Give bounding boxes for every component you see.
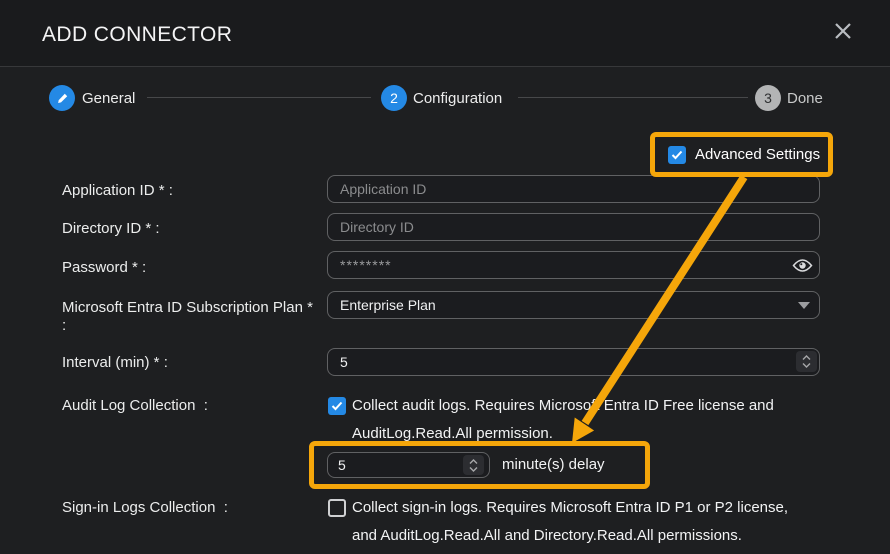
step-done-number: 3 — [764, 90, 772, 106]
subscription-plan-select[interactable]: Enterprise Plan — [327, 291, 820, 319]
directory-id-input[interactable] — [327, 213, 820, 241]
advanced-settings-highlight: Advanced Settings — [650, 132, 833, 177]
directory-id-label: Directory ID * : — [62, 220, 160, 238]
step-configuration-label[interactable]: Configuration — [413, 90, 502, 107]
password-label: Password * : — [62, 259, 146, 277]
step-general-circle[interactable] — [49, 85, 75, 111]
signin-logs-label: Sign-in Logs Collection : — [62, 499, 228, 517]
show-password-button[interactable] — [792, 251, 813, 279]
pencil-icon — [56, 92, 69, 105]
step-general-label[interactable]: General — [82, 90, 135, 107]
advanced-settings-label: Advanced Settings — [695, 146, 820, 163]
step-configuration-number: 2 — [390, 90, 398, 106]
signin-logs-description: Collect sign-in logs. Requires Microsoft… — [352, 494, 890, 550]
application-id-label: Application ID * : — [62, 182, 173, 200]
subscription-plan-label: Microsoft Entra ID Subscription Plan * : — [62, 299, 314, 335]
audit-log-description-line: Collect audit logs. Requires Microsoft E… — [352, 392, 882, 420]
close-button[interactable] — [830, 18, 856, 44]
checkmark-icon — [671, 150, 683, 160]
application-id-input[interactable] — [327, 175, 820, 203]
close-icon — [833, 21, 853, 41]
step-configuration-circle[interactable]: 2 — [381, 85, 407, 111]
signin-logs-checkbox[interactable] — [328, 499, 346, 517]
delay-suffix-label: minute(s) delay — [502, 456, 605, 473]
interval-label: Interval (min) * : — [62, 354, 168, 372]
eye-icon — [792, 258, 813, 273]
password-input[interactable] — [327, 251, 820, 279]
interval-input[interactable] — [327, 348, 820, 376]
audit-log-checkbox[interactable] — [328, 397, 346, 415]
interval-stepper[interactable] — [796, 351, 817, 372]
spinner-chevrons-icon — [801, 354, 812, 369]
signin-logs-description-line: Collect sign-in logs. Requires Microsoft… — [352, 494, 890, 522]
checkmark-icon — [331, 401, 343, 411]
delay-stepper[interactable] — [463, 455, 484, 475]
step-connector-line — [147, 97, 371, 98]
select-caret[interactable] — [798, 291, 810, 319]
signin-logs-description-line: and AuditLog.Read.All and Directory.Read… — [352, 522, 890, 550]
step-connector-line — [518, 97, 748, 98]
dialog-title: ADD CONNECTOR — [42, 23, 232, 47]
audit-log-description: Collect audit logs. Requires Microsoft E… — [352, 392, 882, 448]
subscription-plan-value: Enterprise Plan — [340, 297, 436, 313]
dialog-header: ADD CONNECTOR — [0, 0, 890, 67]
spinner-chevrons-icon — [468, 458, 479, 473]
audit-log-label: Audit Log Collection : — [62, 397, 208, 415]
advanced-settings-checkbox[interactable] — [668, 146, 686, 164]
step-done-label[interactable]: Done — [787, 90, 823, 107]
step-done-circle[interactable]: 3 — [755, 85, 781, 111]
add-connector-dialog: ADD CONNECTOR General 2 Configuration 3 … — [0, 0, 890, 554]
chevron-down-icon — [798, 302, 810, 309]
